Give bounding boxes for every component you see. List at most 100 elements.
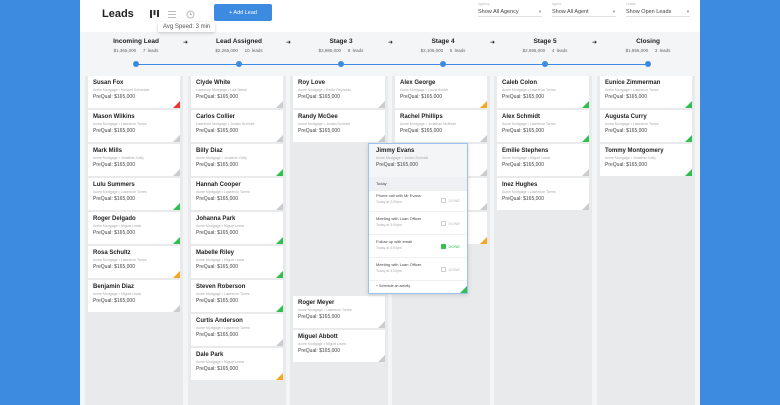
lead-card[interactable]: Rosa Schultz Acme Mortgage • Lawrence Tor… (88, 246, 180, 278)
lead-card[interactable]: Lulu Summers Acme Mortgage • Lawrence Tor… (88, 178, 180, 210)
lead-card[interactable]: Roger Meyer Acme Mortgage • Lawrence Torr… (293, 296, 385, 328)
activity-done-toggle[interactable]: DONE (441, 198, 460, 203)
lead-card[interactable]: Randy McGee Acme Mortgage • Jordan Schmid… (293, 110, 385, 142)
schedule-activity-link[interactable]: + Schedule an activity (376, 284, 410, 288)
stage-count: 10 leads (244, 48, 263, 53)
lead-prequal: PreQual: $165,000 (298, 94, 340, 100)
lead-card[interactable]: Hannah Cooper Acme Mortgage • Lawrence To… (191, 178, 283, 210)
stage-count: 3 leads (654, 48, 671, 53)
lead-card[interactable]: Clyde White Lawrence Mortgage • Luis Mars… (191, 76, 283, 108)
lead-name: Alex George (400, 80, 436, 86)
lead-card[interactable]: Roy Love Acme Mortgage • Emilio Reynolds P… (293, 76, 385, 108)
activity-done-toggle[interactable]: DONE (441, 267, 460, 272)
leads-filter-value: Show Open Leads (626, 9, 672, 15)
chevron-down-icon: ▼ (686, 9, 690, 14)
stage-name: Stage 3 (329, 38, 353, 45)
lead-prequal: PreQual: $165,000 (502, 94, 544, 100)
lead-card[interactable]: Roger Delgado Acme Mortgage • Miguel Lewi… (88, 212, 180, 244)
status-flag-icon (173, 135, 180, 142)
activity-item[interactable]: Meeting with Loan Officer Today at 3:00pm… (369, 213, 467, 235)
activity-item[interactable]: Meeting with Loan Officer Today at 3:00pm… (369, 259, 467, 281)
lead-lender-agent: Acme Mortgage • Lawrence Torres (502, 122, 556, 126)
stage-amount: $1,855,000 (625, 48, 649, 53)
lead-name: Steven Roberson (196, 284, 246, 290)
lead-card[interactable]: Susan Fox Acme Mortgage • Howard Schneide… (88, 76, 180, 108)
stage-column: Susan Fox Acme Mortgage • Howard Schneide… (85, 76, 183, 405)
activity-done-toggle[interactable]: DONE (441, 221, 460, 226)
lead-name: Curtis Anderson (196, 318, 243, 324)
expanded-card-header[interactable]: Jimmy Evans Acme Mortgage • Jordan Schmid… (369, 144, 467, 177)
history-icon[interactable] (184, 8, 196, 20)
lead-card[interactable]: Dale Park Acme Mortgage • Miguel Lewis Pre… (191, 348, 283, 380)
lead-lender-agent: Acme Mortgage • Lawrence Torres (196, 190, 250, 194)
stage-header: Lead Assigned $2,265,000 10 leads (188, 38, 290, 53)
lead-name: Susan Fox (93, 80, 124, 86)
lead-lender-agent: Acme Mortgage • Miguel Lewis (196, 258, 245, 262)
lead-card[interactable]: Alex Schmidt Acme Mortgage • Lawrence Tor… (497, 110, 589, 142)
stage-column: Caleb Colon Acme Mortgage • Lawrence Torr… (494, 76, 592, 405)
status-flag-icon (173, 271, 180, 278)
lead-prequal: PreQual: $165,000 (196, 298, 238, 304)
lead-card[interactable]: Eunice Zimmerman Acme Mortgage • Lawrence… (600, 76, 692, 108)
lead-card[interactable]: Caleb Colon Acme Mortgage • Lawrence Torr… (497, 76, 589, 108)
avg-speed-tooltip: Avg Speed: 3 min (158, 22, 216, 32)
top-bar: Leads Avg Speed: 3 min + Add Lead Agency… (80, 0, 700, 32)
lead-name: Inez Hughes (502, 182, 538, 188)
activity-status: DONE (448, 267, 460, 272)
status-flag-icon (276, 339, 283, 346)
agent-filter[interactable]: Agent Show All Agent ▼ (552, 2, 616, 17)
lead-lender-agent: Acme Mortgage • Emilio Reynolds (298, 88, 351, 92)
lead-lender-agent: Acme Mortgage • Miguel Lewis (196, 360, 245, 364)
status-flag-icon (685, 135, 692, 142)
lead-prequal: PreQual: $165,000 (376, 162, 418, 168)
lead-card[interactable]: Curtis Anderson Acme Mortgage • Lawrence … (191, 314, 283, 346)
status-flag-icon (378, 355, 385, 362)
checkbox-icon (441, 267, 447, 272)
agency-filter[interactable]: Agency Show All Agency ▼ (478, 2, 542, 17)
lead-card[interactable]: Mabelle Riley Acme Mortgage • Miguel Lewi… (191, 246, 283, 278)
expanded-lead-card[interactable]: Jimmy Evans Acme Mortgage • Jordan Schmid… (368, 143, 468, 294)
lead-card[interactable]: Carlos Collier Lawrence Mortgage • Jordan… (191, 110, 283, 142)
lead-card[interactable]: Benjamin Diaz Acme Mortgage • Miguel Lewi… (88, 280, 180, 312)
lead-name: Roy Love (298, 80, 326, 86)
status-flag-icon (276, 101, 283, 108)
lead-card[interactable]: Tommy Montgomery Acme Mortgage • Jonathan… (600, 144, 692, 176)
stage-header: Incoming Lead $1,365,000 7 leads (85, 38, 187, 53)
status-flag-icon (378, 101, 385, 108)
lead-lender-agent: Acme Mortgage • Lawrence Torres (605, 88, 659, 92)
add-lead-button[interactable]: + Add Lead (214, 4, 272, 21)
status-flag-icon (582, 169, 589, 176)
lead-card[interactable]: Miguel Abbott Acme Mortgage • Miguel Lewi… (293, 330, 385, 362)
lead-card[interactable]: Inez Hughes Acme Mortgage • Lawrence Torr… (497, 178, 589, 210)
lead-card[interactable]: Steven Roberson Acme Mortgage • Lawrence … (191, 280, 283, 312)
status-flag-icon (480, 203, 487, 210)
lead-card[interactable]: Billy Diaz Acme Mortgage • Jonathan Kelly… (191, 144, 283, 176)
status-flag-icon (173, 101, 180, 108)
lead-prequal: PreQual: $165,000 (196, 94, 238, 100)
lead-lender-agent: Acme Mortgage • Lawrence Torres (196, 326, 250, 330)
lead-card[interactable]: Mark Mills Acme Mortgage • Jonathan Kelly… (88, 144, 180, 176)
lead-card[interactable]: Mason Wilkins Acme Mortgage • Lawrence To… (88, 110, 180, 142)
status-flag-icon (582, 203, 589, 210)
lead-name: Lulu Summers (93, 182, 135, 188)
lead-card[interactable]: Rachel Phillips Acme Mortgage • Jonathan … (395, 110, 487, 142)
stage-header: Closing $1,855,000 3 leads (597, 38, 699, 53)
stage-dot (645, 61, 651, 67)
lead-card[interactable]: Emilie Stephens Acme Mortgage • Miguel Le… (497, 144, 589, 176)
activity-status: DONE (448, 244, 460, 249)
status-flag-icon (276, 373, 283, 380)
lead-name: Carlos Collier (196, 114, 236, 120)
list-view-icon[interactable] (166, 8, 178, 20)
activity-item[interactable]: Follow up with email Today at 3:00pm DONE (369, 236, 467, 258)
activity-done-toggle[interactable]: DONE (441, 244, 460, 249)
lead-card[interactable]: Alex George Acme Mortgage • Laura Hunter P… (395, 76, 487, 108)
lead-card[interactable]: Augusta Curry Acme Mortgage • Lawrence To… (600, 110, 692, 142)
lead-lender-agent: Acme Mortgage • Lawrence Torres (93, 122, 147, 126)
lead-prequal: PreQual: $165,000 (196, 196, 238, 202)
lead-card[interactable]: Johanna Park Acme Mortgage • Miguel Lewis… (191, 212, 283, 244)
stage-amount: $2,265,000 (215, 48, 238, 53)
activity-item[interactable]: Phone call with Mr Evans Today at 2:00pm D… (369, 190, 467, 212)
lead-prequal: PreQual: $165,000 (93, 264, 135, 270)
leads-filter[interactable]: Leads Show Open Leads ▼ (626, 2, 690, 17)
kanban-view-icon[interactable] (148, 8, 160, 20)
